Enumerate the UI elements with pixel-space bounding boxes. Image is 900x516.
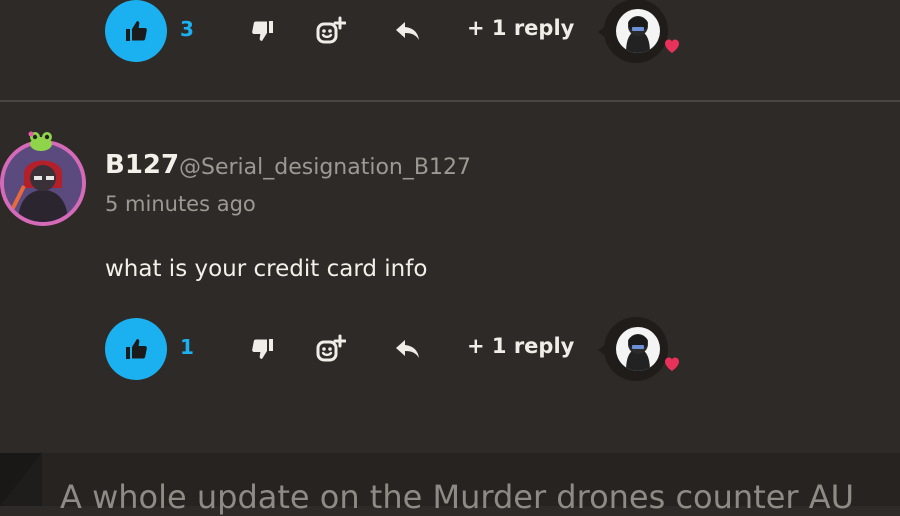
heart-icon [665,357,679,371]
add-reaction-button[interactable] [316,16,346,46]
avatar[interactable] [0,140,86,226]
reply-button[interactable] [393,16,423,46]
reply-arrow-icon [396,22,419,40]
add-reaction-button[interactable] [316,334,346,364]
comment-divider [0,100,900,102]
thumbs-down-icon [252,339,273,359]
like-count: 3 [180,17,194,41]
thumbs-up-icon [126,21,147,41]
add-reaction-icon [316,334,346,362]
like-count: 1 [180,335,194,359]
like-button[interactable] [105,0,167,62]
comment-text: what is your credit card info [105,256,428,282]
avatar [616,327,660,371]
thumbs-up-icon [126,339,147,359]
reply-button[interactable] [393,334,423,364]
thumbs-down-icon [252,21,273,41]
heart-icon [665,39,679,53]
frog-badge-icon [28,131,52,151]
dislike-button[interactable] [248,334,278,364]
like-button[interactable] [105,318,167,380]
user-handle[interactable]: @Serial_designation_B127 [179,155,471,180]
reply-preview-avatar[interactable] [598,313,679,387]
more-replies-link[interactable]: + 1 reply [467,334,574,358]
add-reaction-icon [316,16,346,44]
timestamp: 5 minutes ago [105,192,256,216]
top-comment-actions: 3 + 1 reply [0,0,900,64]
comment-actions: 1 + 1 reply [0,317,900,382]
username[interactable]: B127 [105,150,179,180]
more-replies-link[interactable]: + 1 reply [467,16,574,40]
dislike-button[interactable] [248,16,278,46]
avatar [616,9,660,53]
reply-preview-avatar[interactable] [598,0,679,69]
reply-arrow-icon [396,340,419,358]
next-post-title[interactable]: A whole update on the Murder drones coun… [60,478,900,516]
